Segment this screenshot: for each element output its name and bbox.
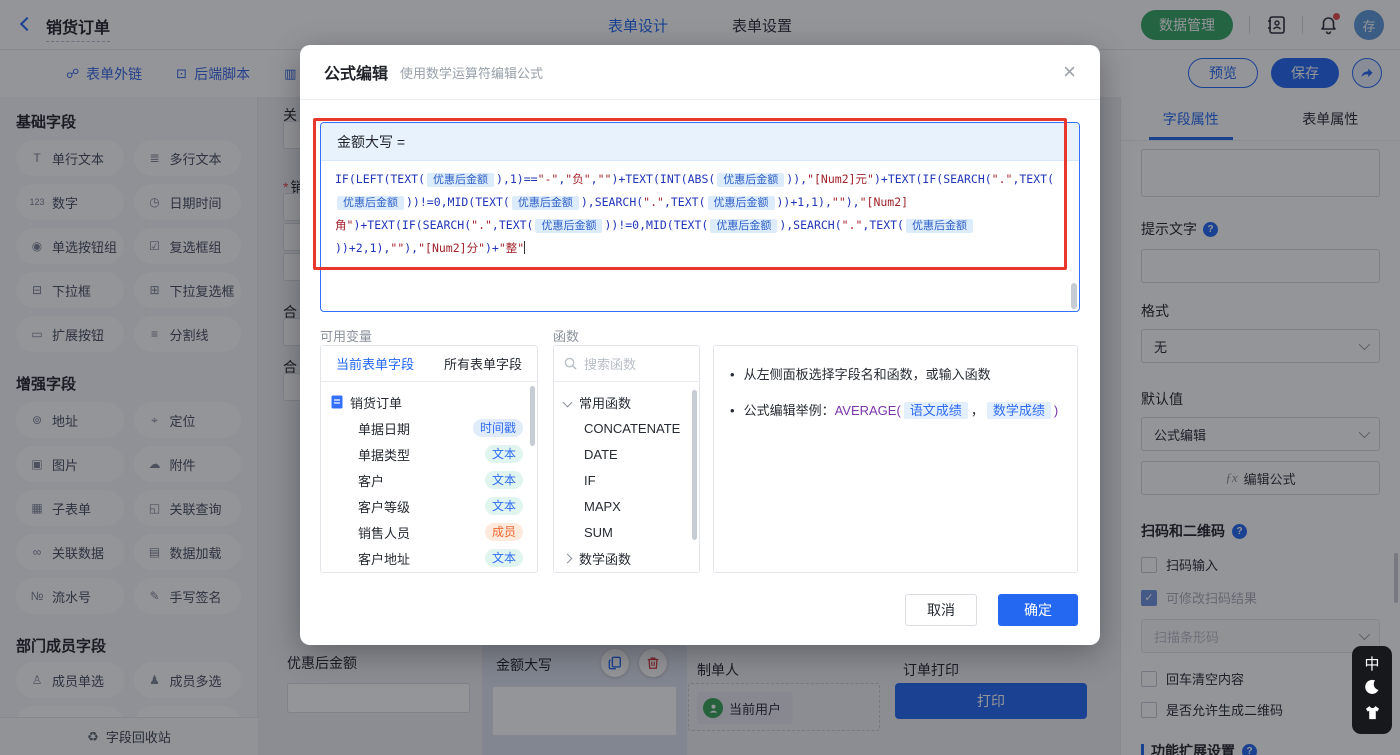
function-group-common[interactable]: 常用函数 xyxy=(554,389,699,415)
cancel-button[interactable]: 取消 xyxy=(905,594,977,626)
function-group-text[interactable]: 文本函数 xyxy=(554,571,699,572)
skin-shirt-icon[interactable] xyxy=(1364,705,1381,723)
field-chip[interactable]: 优惠后金额 xyxy=(717,173,785,187)
variable-row[interactable]: 客户等级 文本 xyxy=(321,493,537,519)
type-badge: 文本 xyxy=(484,497,523,515)
language-toggle[interactable]: 中 xyxy=(1364,657,1379,672)
modal-title: 公式编辑 xyxy=(324,66,389,83)
tip-line-2: • 公式编辑举例：AVERAGE(语文成绩，数学成绩) xyxy=(730,402,1059,419)
field-chip[interactable]: 优惠后金额 xyxy=(707,196,775,210)
tab-all-form-fields[interactable]: 所有表单字段 xyxy=(429,346,537,381)
close-icon[interactable]: × xyxy=(1063,61,1076,83)
functions-tree: 常用函数 CONCATENATE DATE IF MAPX SUM 数学函数 文… xyxy=(554,382,699,572)
chevron-down-icon xyxy=(562,397,573,407)
variable-row[interactable]: 客户地址 文本 xyxy=(321,545,537,571)
variables-panel-label: 可用变量 xyxy=(320,329,373,344)
type-badge: 时间戳 xyxy=(472,419,523,437)
scrollbar-thumb[interactable] xyxy=(1071,283,1077,309)
field-chip[interactable]: 优惠后金额 xyxy=(905,219,973,233)
field-chip[interactable]: 优惠后金额 xyxy=(535,219,603,233)
formula-editor[interactable]: 金额大写 = IF(LEFT(TEXT(优惠后金额),1)=="-","负","… xyxy=(320,122,1080,312)
field-chip-example: 语文成绩 xyxy=(903,402,968,419)
form-document-icon xyxy=(331,395,343,409)
function-item[interactable]: DATE xyxy=(554,441,699,467)
tab-current-form-fields[interactable]: 当前表单字段 xyxy=(321,346,429,381)
function-name-example: AVERAGE( xyxy=(834,403,901,418)
chevron-right-icon xyxy=(562,553,573,563)
search-icon xyxy=(564,357,577,370)
type-badge: 成员 xyxy=(484,523,523,541)
tree-form-root[interactable]: 销货订单 xyxy=(321,389,537,415)
dark-mode-moon-icon[interactable] xyxy=(1364,679,1380,698)
function-item[interactable]: MAPX xyxy=(554,493,699,519)
field-chip[interactable]: 优惠后金额 xyxy=(337,196,404,210)
field-chip[interactable]: 优惠后金额 xyxy=(710,219,778,233)
type-badge: 文本 xyxy=(484,445,523,463)
functions-panel-label: 函数 xyxy=(553,329,580,344)
function-item[interactable]: SUM xyxy=(554,519,699,545)
modal-header: 公式编辑 使用数学运算符编辑公式 xyxy=(300,45,1100,100)
variable-row[interactable]: 销售人员 成员 xyxy=(321,519,537,545)
search-placeholder: 搜索函数 xyxy=(584,357,637,372)
formula-code[interactable]: IF(LEFT(TEXT(优惠后金额),1)=="-","负","")+TEXT… xyxy=(321,161,1079,266)
scrollbar-thumb[interactable] xyxy=(692,390,697,540)
variable-row[interactable]: 客户 文本 xyxy=(321,467,537,493)
tips-panel: • 从左侧面板选择字段名和函数，或输入函数 • 公式编辑举例：AVERAGE(语文成… xyxy=(713,345,1078,573)
field-chip[interactable]: 优惠后金额 xyxy=(511,196,579,210)
function-item[interactable]: IF xyxy=(554,467,699,493)
type-badge: 文本 xyxy=(484,471,523,489)
variable-row[interactable]: 单据日期 时间戳 xyxy=(321,415,537,441)
function-group-math[interactable]: 数学函数 xyxy=(554,545,699,571)
confirm-button[interactable]: 确定 xyxy=(998,594,1078,626)
modal-subtitle: 使用数学运算符编辑公式 xyxy=(400,65,544,81)
text-cursor xyxy=(524,241,526,254)
variables-panel: 当前表单字段 所有表单字段 销货订单 单据日期 时间戳 单据类型 文本 客户 文本 客… xyxy=(320,345,538,573)
scrollbar-thumb[interactable] xyxy=(530,386,535,446)
type-badge: 文本 xyxy=(484,549,523,567)
app-window: 销货订单 表单设计 表单设置 数据管理 存 ☍表单外链 ⊡后端脚本 ▥数据权 预… xyxy=(0,0,1400,755)
function-item[interactable]: CONCATENATE xyxy=(554,415,699,441)
field-chip[interactable]: 优惠后金额 xyxy=(427,173,495,187)
variable-row[interactable]: 单据类型 文本 xyxy=(321,441,537,467)
formula-target: 金额大写 = xyxy=(321,123,1079,161)
functions-panel: 搜索函数 常用函数 CONCATENATE DATE IF MAPX SUM 数… xyxy=(553,345,700,573)
ime-toolbar: 中 xyxy=(1352,646,1392,734)
variables-tree: 销货订单 单据日期 时间戳 单据类型 文本 客户 文本 客户等级 文本 销售人员 成员 客… xyxy=(321,382,537,571)
tip-line-1: • 从左侧面板选择字段名和函数，或输入函数 xyxy=(730,367,991,382)
field-chip-example: 数学成绩 xyxy=(986,402,1051,419)
formula-editor-modal: × 公式编辑 使用数学运算符编辑公式 金额大写 = IF(LEFT(TEXT(优… xyxy=(300,45,1100,645)
function-search[interactable]: 搜索函数 xyxy=(554,346,699,382)
